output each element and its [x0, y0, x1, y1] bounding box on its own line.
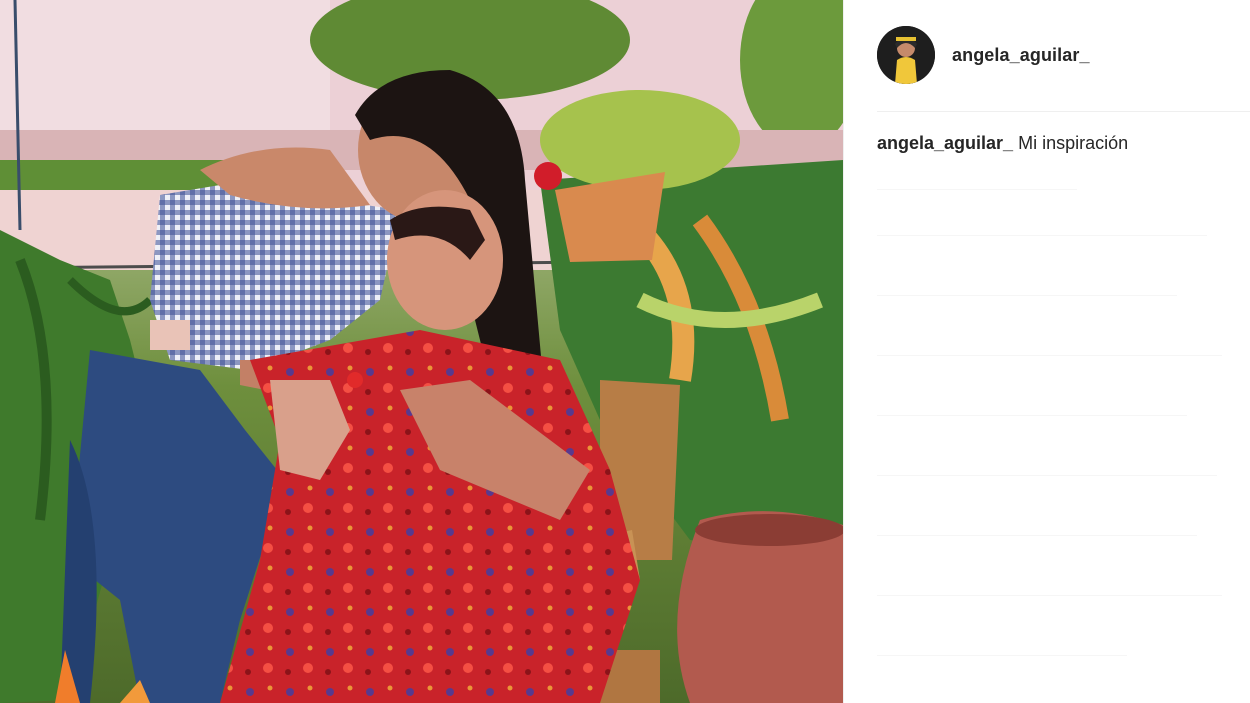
separator — [877, 415, 1187, 416]
separator — [877, 355, 1222, 356]
separator — [877, 655, 1127, 656]
post-header: angela_aguilar_ — [877, 26, 1217, 84]
separator — [877, 189, 1077, 190]
post-author-username[interactable]: angela_aguilar_ — [952, 45, 1090, 66]
comments-area — [877, 175, 1250, 695]
profile-avatar-icon[interactable] — [877, 26, 935, 84]
caption-text: Mi inspiración — [1018, 133, 1129, 153]
post-photo[interactable] — [0, 0, 843, 703]
avatar-image — [877, 26, 935, 84]
separator — [877, 535, 1197, 536]
post-caption: angela_aguilar_ Mi inspiración — [877, 132, 1237, 154]
post-sidebar: angela_aguilar_ angela_aguilar_ Mi inspi… — [843, 0, 1250, 703]
caption-username[interactable]: angela_aguilar_ — [877, 133, 1013, 153]
separator — [877, 475, 1217, 476]
post-photo-illustration — [0, 0, 843, 703]
instagram-post: angela_aguilar_ angela_aguilar_ Mi inspi… — [0, 0, 1250, 703]
separator — [877, 235, 1207, 236]
separator — [877, 295, 1177, 296]
separator — [877, 595, 1222, 596]
header-divider — [877, 111, 1250, 112]
